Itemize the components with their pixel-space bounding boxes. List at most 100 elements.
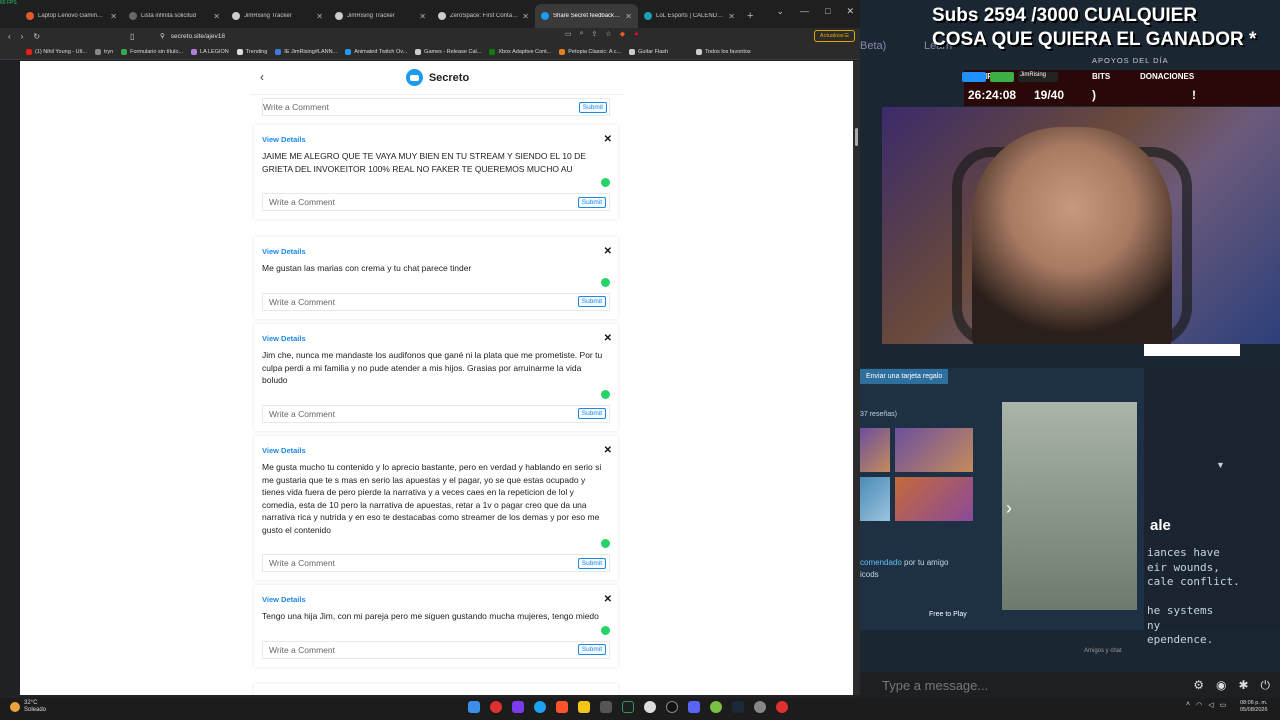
submit-button[interactable]: Submit (577, 644, 606, 655)
comment-input[interactable] (269, 296, 578, 307)
comment-input[interactable] (269, 558, 578, 568)
new-tab-button[interactable]: + (747, 10, 753, 22)
settings-icon[interactable]: ⚙ (1193, 678, 1204, 693)
tab-close-icon[interactable]: ✕ (110, 12, 117, 21)
tray-chevron-icon[interactable]: ˄ (1186, 701, 1190, 709)
bookmark-item[interactable]: Todos los favoritos (696, 48, 751, 55)
site-info-icon[interactable]: ⚲ (160, 32, 165, 40)
whatsapp-icon[interactable] (601, 178, 610, 187)
app-icon[interactable] (622, 701, 634, 713)
tab-close-icon[interactable]: ✕ (522, 12, 529, 21)
tab-close-icon[interactable]: ✕ (625, 12, 632, 21)
view-details-link[interactable]: View Details (262, 595, 610, 604)
bookmark-item[interactable]: LA LEGION (191, 48, 229, 55)
view-details-link[interactable]: View Details (262, 135, 610, 144)
bookmark-item[interactable]: Guitar Flash (629, 48, 668, 55)
zoom-icon[interactable]: ⌕ (580, 30, 584, 38)
bookmark-item[interactable]: IE JimRising#LANN... (275, 48, 337, 55)
start-icon[interactable] (468, 701, 480, 713)
folder-icon[interactable] (578, 701, 590, 713)
browser-tab[interactable]: JimRising Tracker ✕ (329, 4, 432, 28)
edge-icon[interactable] (534, 701, 546, 713)
comment-input[interactable] (269, 408, 578, 419)
wifi-icon[interactable]: ◠ (1196, 701, 1202, 709)
star-icon[interactable]: ☆ (605, 30, 611, 38)
discord-taskbar-icon[interactable] (688, 701, 700, 713)
friends-chat-label[interactable]: Amigos y chat (1084, 648, 1122, 654)
view-details-link[interactable]: View Details (262, 694, 610, 695)
scrollbar-thumb[interactable] (855, 128, 858, 146)
brave-rewards-icon[interactable]: ▲ (633, 30, 640, 38)
chevron-down-icon[interactable]: ⌄ (776, 6, 784, 17)
game-screenshot[interactable] (1002, 402, 1137, 610)
close-icon[interactable]: ✕ (604, 134, 612, 145)
bug-icon[interactable]: ✱ (1238, 678, 1248, 693)
reload-icon[interactable]: ↻ (33, 32, 40, 41)
browser-tab[interactable]: ZeroSpace: First Contact Invit... ✕ (432, 4, 535, 28)
view-details-link[interactable]: View Details (262, 446, 610, 455)
brave-icon[interactable] (556, 701, 568, 713)
app-icon[interactable] (490, 701, 502, 713)
screenshot-icon[interactable]: ▭ (565, 30, 572, 38)
browser-tab[interactable]: JimRising Tracker ✕ (226, 4, 329, 28)
submit-button[interactable]: Submit (578, 101, 607, 113)
app-icon[interactable] (512, 701, 524, 713)
whatsapp-icon[interactable] (601, 277, 610, 287)
browser-tab[interactable]: Lista infinita solicitud ✕ (123, 4, 226, 28)
app-icon[interactable] (754, 701, 766, 713)
browser-tab[interactable]: LoL Esports | CALENDARIO ✕ (638, 4, 741, 28)
obs-icon[interactable] (644, 701, 656, 713)
comment-input[interactable] (269, 644, 578, 655)
tab-close-icon[interactable]: ✕ (728, 12, 735, 21)
close-icon[interactable]: ✕ (604, 333, 612, 344)
submit-button[interactable]: Submit (577, 296, 606, 307)
bookmark-item[interactable]: Petopia Classic: A c... (559, 48, 621, 55)
bookmark-item[interactable]: Animated Twitch Ov... (345, 48, 407, 55)
minimize-button[interactable]: — (800, 6, 809, 17)
close-window-button[interactable]: ✕ (846, 6, 854, 17)
back-button[interactable]: ‹ (260, 70, 264, 84)
app-icon[interactable] (600, 701, 612, 713)
dropdown-icon[interactable]: ▼ (1216, 460, 1225, 470)
screenshot-thumb[interactable] (895, 477, 973, 521)
whatsapp-icon[interactable] (601, 539, 610, 548)
gift-card-button[interactable]: Enviar una tarjeta regalo (860, 369, 949, 384)
back-icon[interactable]: ‹ (8, 32, 11, 41)
tab-close-icon[interactable]: ✕ (316, 12, 323, 21)
discord-icon[interactable]: ◉ (1216, 678, 1226, 693)
tab-close-icon[interactable]: ✕ (213, 12, 220, 21)
screenshot-thumb[interactable] (895, 428, 973, 472)
close-icon[interactable]: ✕ (604, 445, 612, 456)
media-icon[interactable] (666, 701, 678, 713)
bookmark-item[interactable]: Trending (236, 48, 267, 55)
submit-button[interactable]: Submit (577, 196, 606, 208)
view-details-link[interactable]: View Details (262, 247, 610, 256)
clock[interactable]: 08:06 p. m. 05/08/2026 (1240, 700, 1268, 714)
close-icon[interactable]: ✕ (604, 246, 612, 257)
steam-icon[interactable] (732, 701, 744, 713)
submit-button[interactable]: Submit (577, 408, 606, 419)
bookmark-item[interactable]: Games - Release Cal... (415, 48, 481, 55)
bookmark-item[interactable]: (1) Nihil Young - Ult... (26, 48, 87, 55)
whatsapp-icon[interactable] (601, 625, 610, 635)
weather-widget[interactable]: 32°C Soleado (10, 700, 46, 714)
maximize-button[interactable]: □ (825, 6, 830, 17)
forward-icon[interactable]: › (21, 32, 24, 41)
browser-tab[interactable]: Laptop Lenovo Gaming Legion ✕ (20, 4, 123, 28)
screenshot-thumb[interactable] (860, 477, 890, 521)
bookmark-item[interactable]: Xbox Adaptive Cont... (489, 48, 551, 55)
battery-icon[interactable]: ▭ (1220, 701, 1227, 709)
tab-close-icon[interactable]: ✕ (419, 12, 426, 21)
app-icon[interactable] (710, 701, 722, 713)
bookmark-item[interactable]: Formulario sin título... (121, 48, 183, 55)
update-button[interactable]: Actualizar ☰ (813, 30, 855, 42)
brave-shield-icon[interactable]: ◆ (620, 30, 625, 38)
bookmark-icon[interactable]: ▯ (130, 32, 134, 41)
bookmark-item[interactable]: tryn (94, 48, 113, 55)
submit-button[interactable]: Submit (577, 557, 606, 569)
whatsapp-icon[interactable] (601, 389, 610, 399)
comment-input[interactable] (269, 197, 578, 207)
volume-icon[interactable]: ◁ (1208, 701, 1213, 709)
page-scrollbar[interactable] (853, 61, 860, 695)
power-icon[interactable]: ⏻ (1261, 678, 1271, 693)
